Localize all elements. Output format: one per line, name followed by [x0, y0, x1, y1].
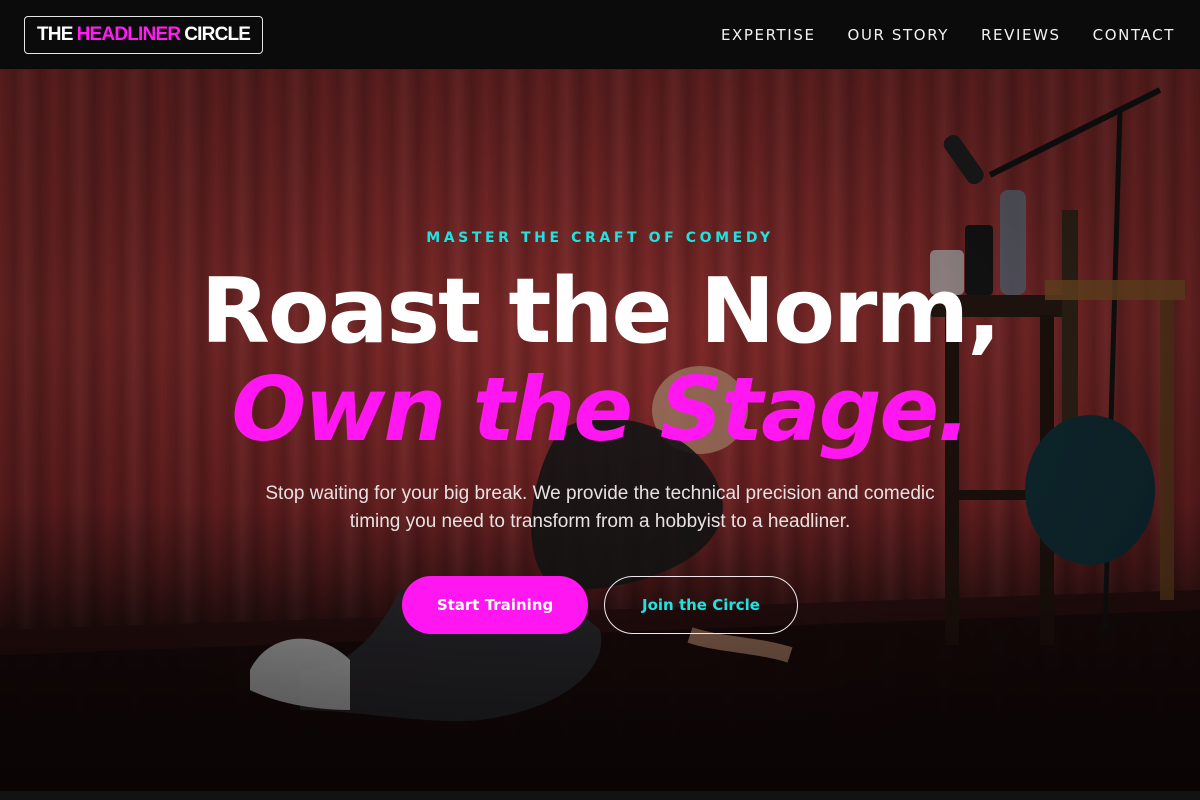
start-training-button[interactable]: Start Training	[402, 576, 588, 634]
logo-word-the: THE	[37, 24, 73, 45]
hero-headline-line2: Own the Stage.	[231, 358, 970, 461]
top-navigation: THE HEADLINER CIRCLE EXPERTISE OUR STORY…	[0, 0, 1200, 70]
nav-link-expertise[interactable]: EXPERTISE	[721, 26, 816, 44]
hero-subtitle: Stop waiting for your big break. We prov…	[265, 483, 935, 532]
nav-link-reviews[interactable]: REVIEWS	[981, 26, 1061, 44]
logo-word-circle: CIRCLE	[184, 24, 251, 45]
hero-headline-line1: Roast the Norm,	[200, 259, 1002, 364]
nav-link-our-story[interactable]: OUR STORY	[848, 26, 950, 44]
section-divider	[0, 791, 1200, 800]
join-circle-button[interactable]: Join the Circle	[604, 576, 798, 634]
hero-content: MASTER THE CRAFT OF COMEDY Roast the Nor…	[0, 70, 1200, 791]
nav-link-contact[interactable]: CONTACT	[1093, 26, 1175, 44]
brand-logo[interactable]: THE HEADLINER CIRCLE	[24, 15, 264, 54]
nav-menu: EXPERTISE OUR STORY REVIEWS CONTACT	[721, 26, 1175, 44]
hero-section: MASTER THE CRAFT OF COMEDY Roast the Nor…	[0, 70, 1200, 791]
logo-word-headliner: HEADLINER	[76, 24, 181, 45]
hero-eyebrow: MASTER THE CRAFT OF COMEDY	[426, 230, 774, 246]
